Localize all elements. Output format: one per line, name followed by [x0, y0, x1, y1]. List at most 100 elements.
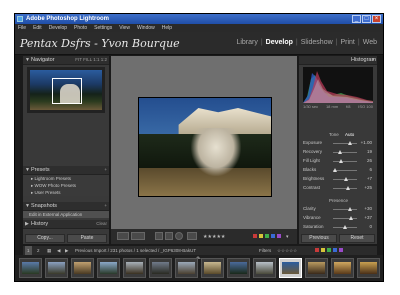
- filter-blue-icon[interactable]: [333, 248, 337, 252]
- slider-fill-light[interactable]: Fill Light 26: [299, 158, 377, 164]
- rating-stars-icon[interactable]: ★★★★★: [203, 233, 225, 241]
- minimize-icon[interactable]: _: [352, 15, 361, 23]
- slider-track[interactable]: [333, 152, 357, 153]
- label-green-icon[interactable]: [265, 234, 269, 238]
- presets-header[interactable]: ▼ Presets +: [23, 166, 109, 175]
- add-snapshot-icon[interactable]: +: [104, 202, 107, 210]
- slider-value[interactable]: +1.00: [361, 140, 372, 146]
- forward-arrow-icon[interactable]: ▶: [65, 246, 68, 255]
- slider-value[interactable]: +7: [367, 176, 372, 182]
- crop-tool-icon[interactable]: [155, 232, 163, 240]
- slider-track[interactable]: [333, 218, 357, 219]
- slider-value[interactable]: 26: [367, 158, 372, 164]
- page-2-button[interactable]: 2: [35, 246, 42, 255]
- filmstrip-thumbnail-selected[interactable]: [279, 258, 302, 278]
- filter-yellow-icon[interactable]: [321, 248, 325, 252]
- slider-recovery[interactable]: Recovery 19: [299, 149, 377, 155]
- add-preset-icon[interactable]: +: [104, 166, 107, 174]
- filmstrip-thumbnail[interactable]: [253, 258, 276, 278]
- slider-value[interactable]: +37: [364, 215, 372, 221]
- filter-red-icon[interactable]: [315, 248, 319, 252]
- slider-value[interactable]: +25: [364, 185, 372, 191]
- white-balance-icon[interactable]: [187, 232, 197, 240]
- menu-settings[interactable]: Settings: [94, 24, 112, 32]
- slider-saturation[interactable]: Saturation 0: [299, 224, 377, 230]
- module-print[interactable]: Print: [340, 39, 354, 46]
- paste-button[interactable]: Paste: [67, 234, 107, 243]
- filmstrip-thumbnail[interactable]: [19, 258, 42, 278]
- zoom-frame[interactable]: [52, 78, 82, 104]
- filmstrip-thumbnail[interactable]: [97, 258, 120, 278]
- menu-photo[interactable]: Photo: [74, 24, 87, 32]
- module-slideshow[interactable]: Slideshow: [301, 39, 333, 46]
- slider-value[interactable]: 19: [367, 149, 372, 155]
- main-photo[interactable]: [138, 97, 272, 197]
- slider-knob-icon[interactable]: [345, 186, 350, 190]
- copy-button[interactable]: Copy...: [25, 234, 65, 243]
- preset-folder-item[interactable]: ▸ WOW Photo Presets: [31, 182, 109, 189]
- navigator-preview[interactable]: [27, 67, 105, 113]
- label-purple-icon[interactable]: [277, 234, 281, 238]
- maximize-icon[interactable]: □: [362, 15, 371, 23]
- photo-canvas[interactable]: [111, 56, 297, 229]
- close-icon[interactable]: ×: [372, 15, 381, 23]
- menu-edit[interactable]: Edit: [33, 24, 42, 32]
- filmstrip-thumbnail[interactable]: [71, 258, 94, 278]
- grid-icon[interactable]: ▦: [47, 246, 51, 255]
- toolbar-menu-icon[interactable]: ▾: [286, 233, 289, 241]
- menu-window[interactable]: Window: [137, 24, 155, 32]
- before-after-icon[interactable]: [131, 232, 145, 240]
- slider-clarity[interactable]: Clarity +30: [299, 206, 377, 212]
- filmstrip-thumbnail[interactable]: [331, 258, 354, 278]
- filter-stars-icon[interactable]: ☆☆☆☆☆: [277, 246, 297, 255]
- preset-folder-item[interactable]: ▸ Lightroom Presets: [31, 175, 109, 182]
- slider-knob-icon[interactable]: [333, 168, 338, 172]
- module-web[interactable]: Web: [363, 39, 377, 46]
- label-blue-icon[interactable]: [271, 234, 275, 238]
- snapshot-item[interactable]: Edit in External Application: [23, 211, 109, 218]
- slider-exposure[interactable]: Exposure +1.00: [299, 140, 377, 146]
- preset-folder-item[interactable]: ▸ User Presets: [31, 189, 109, 196]
- filmstrip-thumbnail[interactable]: [357, 258, 380, 278]
- filmstrip-source-status[interactable]: Previous Import / 231 photos / 1 selecte…: [75, 246, 196, 255]
- back-arrow-icon[interactable]: ◀: [57, 246, 60, 255]
- label-red-icon[interactable]: [253, 234, 257, 238]
- label-yellow-icon[interactable]: [259, 234, 263, 238]
- filter-green-icon[interactable]: [327, 248, 331, 252]
- spot-removal-icon[interactable]: [165, 232, 173, 240]
- histogram-graph[interactable]: [303, 67, 373, 103]
- slider-value[interactable]: +30: [364, 206, 372, 212]
- histogram-header[interactable]: Histogram ▼: [299, 56, 377, 65]
- slider-knob-icon[interactable]: [343, 225, 347, 229]
- module-develop[interactable]: Develop: [266, 39, 293, 46]
- filmstrip-thumbnail[interactable]: [175, 258, 198, 278]
- reset-button[interactable]: Reset: [339, 234, 375, 243]
- snapshots-header[interactable]: ▼ Snapshots +: [23, 202, 109, 211]
- auto-tone-button[interactable]: Auto: [345, 132, 354, 138]
- slider-track[interactable]: [333, 209, 357, 210]
- menu-help[interactable]: Help: [162, 24, 172, 32]
- red-eye-icon[interactable]: [175, 232, 183, 240]
- menu-file[interactable]: File: [18, 24, 26, 32]
- previous-button[interactable]: Previous: [301, 234, 337, 243]
- page-1-button[interactable]: 1: [25, 246, 32, 255]
- loupe-view-icon[interactable]: [117, 232, 129, 240]
- slider-knob-icon[interactable]: [347, 141, 352, 145]
- slider-track[interactable]: [333, 161, 357, 162]
- filmstrip-thumbnail[interactable]: [227, 258, 250, 278]
- history-clear-button[interactable]: Clear: [96, 220, 107, 228]
- slider-brightness[interactable]: Brightness +7: [299, 176, 377, 182]
- filmstrip-thumbnail[interactable]: [305, 258, 328, 278]
- filmstrip-thumbnail[interactable]: [45, 258, 68, 278]
- filmstrip-thumbnail[interactable]: [201, 258, 224, 278]
- slider-knob-icon[interactable]: [349, 216, 353, 220]
- slider-knob-icon[interactable]: [348, 207, 353, 211]
- slider-knob-icon[interactable]: [338, 150, 343, 154]
- zoom-options[interactable]: FIT FILL 1:1 1:2: [75, 56, 107, 64]
- slider-knob-icon[interactable]: [339, 159, 344, 163]
- module-library[interactable]: Library: [236, 39, 257, 46]
- menu-develop[interactable]: Develop: [49, 24, 67, 32]
- slider-track[interactable]: [333, 143, 357, 144]
- slider-blacks[interactable]: Blacks 6: [299, 167, 377, 173]
- history-header[interactable]: ▶ History Clear: [23, 220, 109, 229]
